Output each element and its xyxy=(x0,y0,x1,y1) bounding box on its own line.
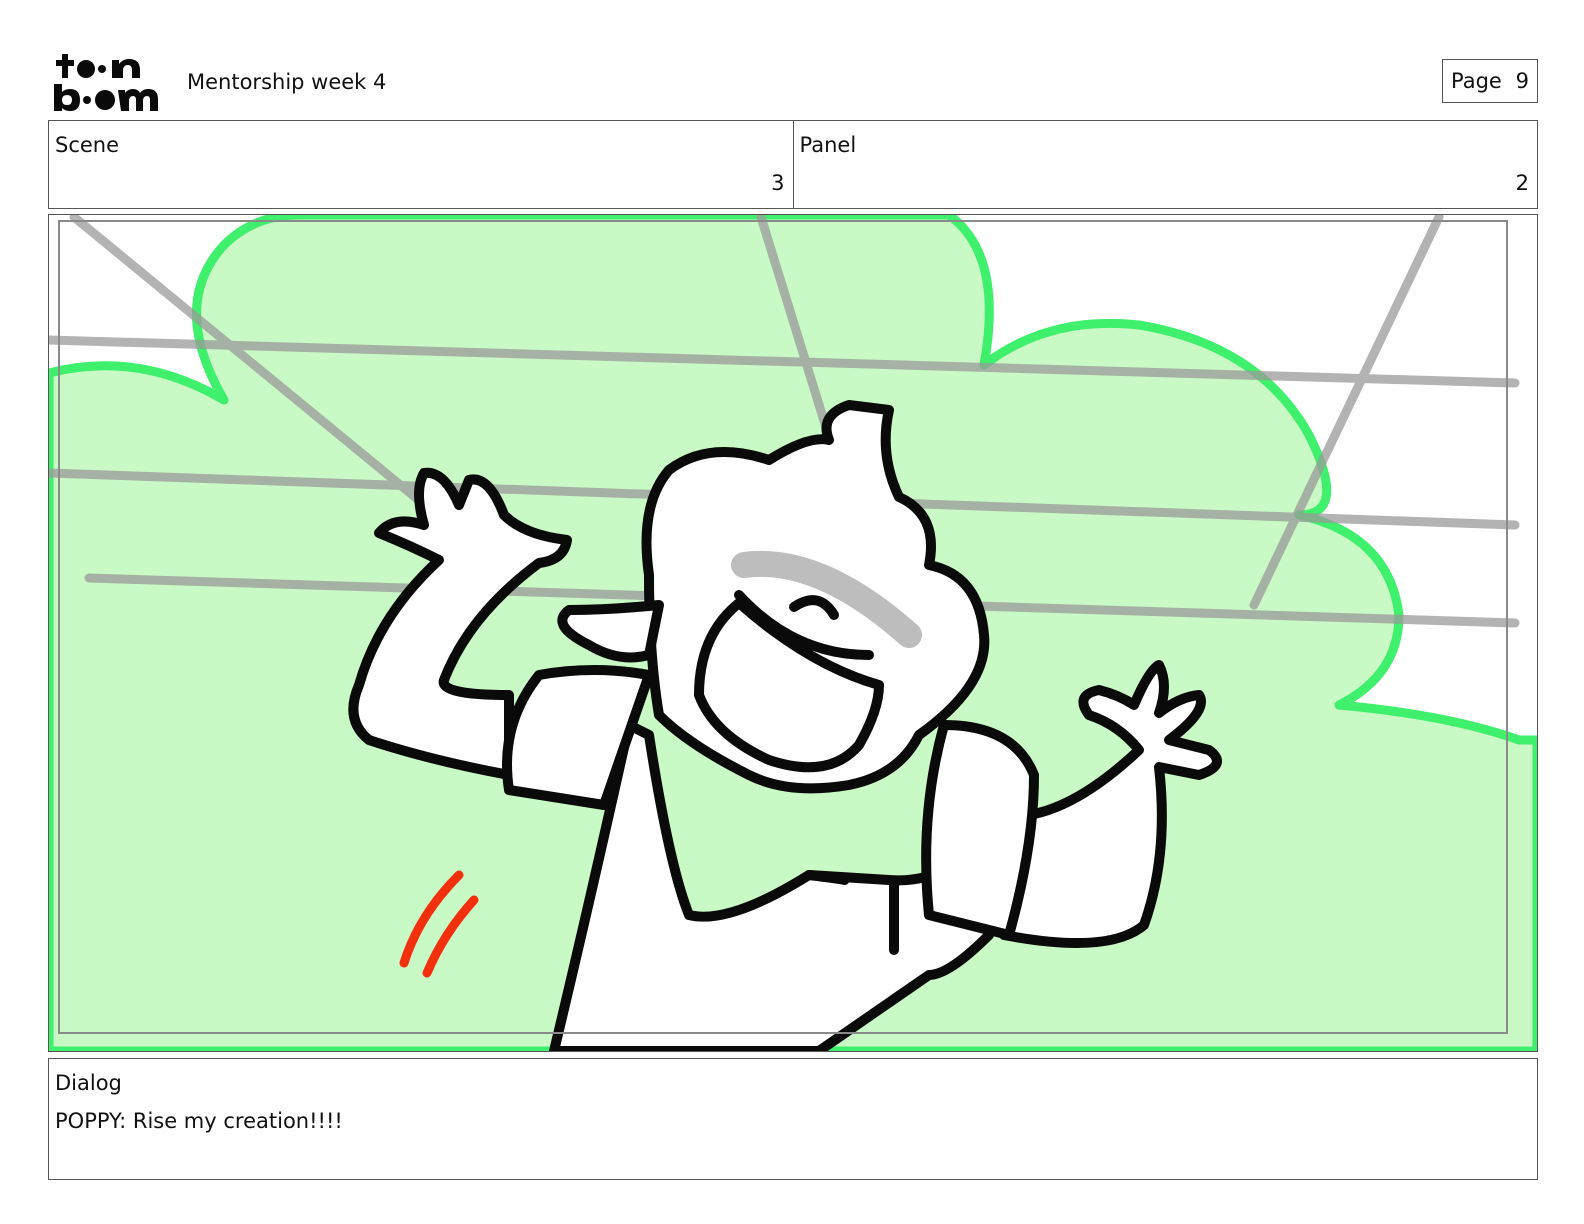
page-indicator: Page 9 xyxy=(1442,59,1538,103)
panel-value: 2 xyxy=(1515,171,1529,195)
page-number: 9 xyxy=(1515,69,1529,93)
storyboard-drawing xyxy=(49,215,1537,1051)
scene-value: 3 xyxy=(771,171,785,195)
dialog-text: POPPY: Rise my creation!!!! xyxy=(55,1109,343,1133)
document-title: Mentorship week 4 xyxy=(187,70,387,94)
scene-cell: Scene 3 xyxy=(49,121,793,208)
scene-label: Scene xyxy=(55,133,120,157)
dialog-label: Dialog xyxy=(55,1071,122,1095)
toon-boom-logo xyxy=(54,54,158,111)
dialog-box: Dialog POPPY: Rise my creation!!!! xyxy=(48,1058,1538,1180)
storyboard-panel xyxy=(48,214,1538,1052)
scene-panel-info: Scene 3 Panel 2 xyxy=(48,120,1538,209)
page-label: Page xyxy=(1451,69,1502,93)
panel-cell: Panel 2 xyxy=(792,121,1538,208)
panel-label: Panel xyxy=(799,133,857,157)
